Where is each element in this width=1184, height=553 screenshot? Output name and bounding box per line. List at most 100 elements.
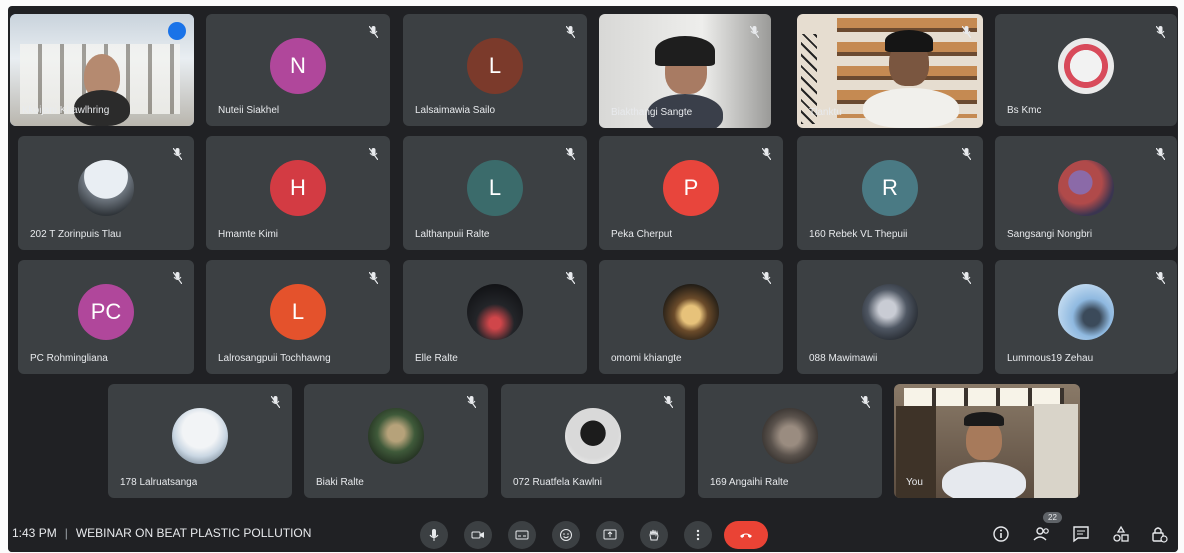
captions-button[interactable] — [508, 521, 536, 549]
participant-name: Biaki Ralte — [316, 477, 364, 488]
avatar-initial: H — [290, 175, 306, 201]
separator: | — [64, 526, 68, 540]
microphone-button[interactable] — [420, 521, 448, 549]
chat-icon[interactable] — [1072, 525, 1090, 543]
meeting-stage: Kkoijani Khawlhring N Nuteii Siakhel L L… — [8, 6, 1178, 552]
self-view-tile[interactable]: You — [894, 384, 1080, 498]
raise-hand-button[interactable] — [640, 521, 668, 549]
participant-tile[interactable]: Tlanktu — [797, 14, 983, 128]
avatar: PC — [78, 284, 134, 341]
captions-icon — [515, 530, 529, 540]
info-icon[interactable] — [992, 525, 1010, 543]
avatar — [172, 408, 228, 465]
mic-icon — [429, 529, 439, 541]
meeting-details: 1:43 PM | WEBINAR ON BEAT PLASTIC POLLUTIO… — [12, 526, 311, 540]
participant-name: PC Rohmingliana — [30, 353, 108, 364]
mic-off-icon — [750, 26, 759, 38]
participant-tile[interactable]: L Lalrosangpuii Tochhawng — [206, 260, 390, 374]
participant-name: 202 T Zorinpuis Tlau — [30, 229, 122, 240]
avatar — [663, 284, 719, 341]
avatar: L — [467, 37, 523, 94]
participant-tile[interactable]: Biaki Ralte — [304, 384, 488, 498]
participant-name: Elle Ralte — [415, 353, 458, 364]
avatar: L — [467, 160, 523, 217]
avatar-initial: P — [683, 175, 699, 201]
participant-name: Lummous19 Zehau — [1007, 353, 1094, 364]
control-bar: 1:43 PM | WEBINAR ON BEAT PLASTIC POLLUTIO… — [8, 512, 1178, 552]
participant-tile[interactable]: omomi khiangte — [599, 260, 783, 374]
mic-off-icon — [762, 148, 771, 160]
participant-tile[interactable]: Lummous19 Zehau — [995, 260, 1177, 374]
meeting-time: 1:43 PM — [12, 526, 57, 540]
participant-tile[interactable]: 169 Angaihi Ralte — [698, 384, 882, 498]
participant-name: Lalthanpuii Ralte — [415, 229, 490, 240]
participant-name: 169 Angaihi Ralte — [710, 477, 789, 488]
present-button[interactable] — [596, 521, 624, 549]
participant-tile[interactable]: P Peka Cherput — [599, 136, 783, 250]
participant-tile[interactable]: R 160 Rebek VL Thepuii — [797, 136, 983, 250]
participant-name: 088 Mawimawii — [809, 353, 878, 364]
more-options-button[interactable] — [684, 521, 712, 549]
mic-off-icon — [369, 272, 378, 284]
avatar-initial: L — [291, 299, 305, 325]
mic-off-icon — [566, 26, 575, 38]
avatar — [467, 284, 523, 341]
participant-tile[interactable]: Bs Kmc — [995, 14, 1177, 126]
participant-tile[interactable]: Sangsangi Nongbri — [995, 136, 1177, 250]
participant-name: Sangsangi Nongbri — [1007, 229, 1093, 240]
avatar: R — [862, 160, 918, 217]
participant-name: Lalsaimawia Sailo — [415, 105, 496, 116]
participant-tile[interactable]: L Lalthanpuii Ralte — [403, 136, 587, 250]
camera-button[interactable] — [464, 521, 492, 549]
avatar — [762, 408, 818, 465]
avatar — [1058, 160, 1114, 217]
participant-tile[interactable]: 072 Ruatfela Kawlni — [501, 384, 685, 498]
mic-off-icon — [566, 272, 575, 284]
host-controls-icon[interactable] — [1150, 525, 1168, 543]
avatar — [1058, 284, 1114, 341]
participant-tile[interactable]: Biakthangi Sangte — [599, 14, 771, 128]
mic-off-icon — [962, 26, 971, 38]
mic-off-icon — [962, 148, 971, 160]
avatar: N — [270, 37, 326, 94]
participant-tile[interactable]: PC PC Rohmingliana — [18, 260, 194, 374]
participant-name: Lalrosangpuii Tochhawng — [218, 353, 331, 364]
participant-name: Nuteii Siakhel — [218, 105, 280, 116]
mic-off-icon — [566, 148, 575, 160]
present-icon — [603, 529, 617, 540]
avatar: H — [270, 160, 326, 217]
avatar: P — [663, 160, 719, 217]
participant-tile[interactable]: H Hmamte Kimi — [206, 136, 390, 250]
mic-off-icon — [1156, 26, 1165, 38]
mic-off-icon — [271, 396, 280, 408]
mic-off-icon — [173, 148, 182, 160]
participant-name: You — [906, 477, 923, 488]
participant-name: Hmamte Kimi — [218, 229, 279, 240]
participant-tile[interactable]: N Nuteii Siakhel — [206, 14, 390, 126]
participant-tile[interactable]: 178 Lalruatsanga — [108, 384, 292, 498]
participant-tile[interactable]: Elle Ralte — [403, 260, 587, 374]
reactions-button[interactable] — [552, 521, 580, 549]
leave-call-button[interactable] — [724, 521, 768, 549]
participant-tile[interactable]: 202 T Zorinpuis Tlau — [18, 136, 194, 250]
activities-icon[interactable] — [1112, 525, 1130, 543]
mic-off-icon — [664, 396, 673, 408]
raise-hand-icon — [649, 529, 659, 541]
participant-name: Tlanktu — [809, 107, 842, 118]
avatar-initial: R — [882, 175, 898, 201]
camera-icon — [471, 531, 484, 539]
participant-count-badge: 22 — [1043, 512, 1062, 523]
speaking-indicator-icon — [168, 22, 186, 40]
participant-name: omomi khiangte — [611, 353, 682, 364]
people-icon[interactable] — [1033, 525, 1051, 543]
participant-tile[interactable]: Kkoijani Khawlhring — [10, 14, 194, 126]
participant-name: Biakthangi Sangte — [611, 107, 693, 118]
avatar-initial: L — [488, 52, 502, 78]
participant-tile[interactable]: L Lalsaimawia Sailo — [403, 14, 587, 126]
mic-off-icon — [1156, 272, 1165, 284]
avatar-initial: L — [488, 175, 502, 201]
participant-tile[interactable]: 088 Mawimawii — [797, 260, 983, 374]
mic-off-icon — [173, 272, 182, 284]
participant-name: 178 Lalruatsanga — [120, 477, 198, 488]
avatar — [862, 284, 918, 341]
